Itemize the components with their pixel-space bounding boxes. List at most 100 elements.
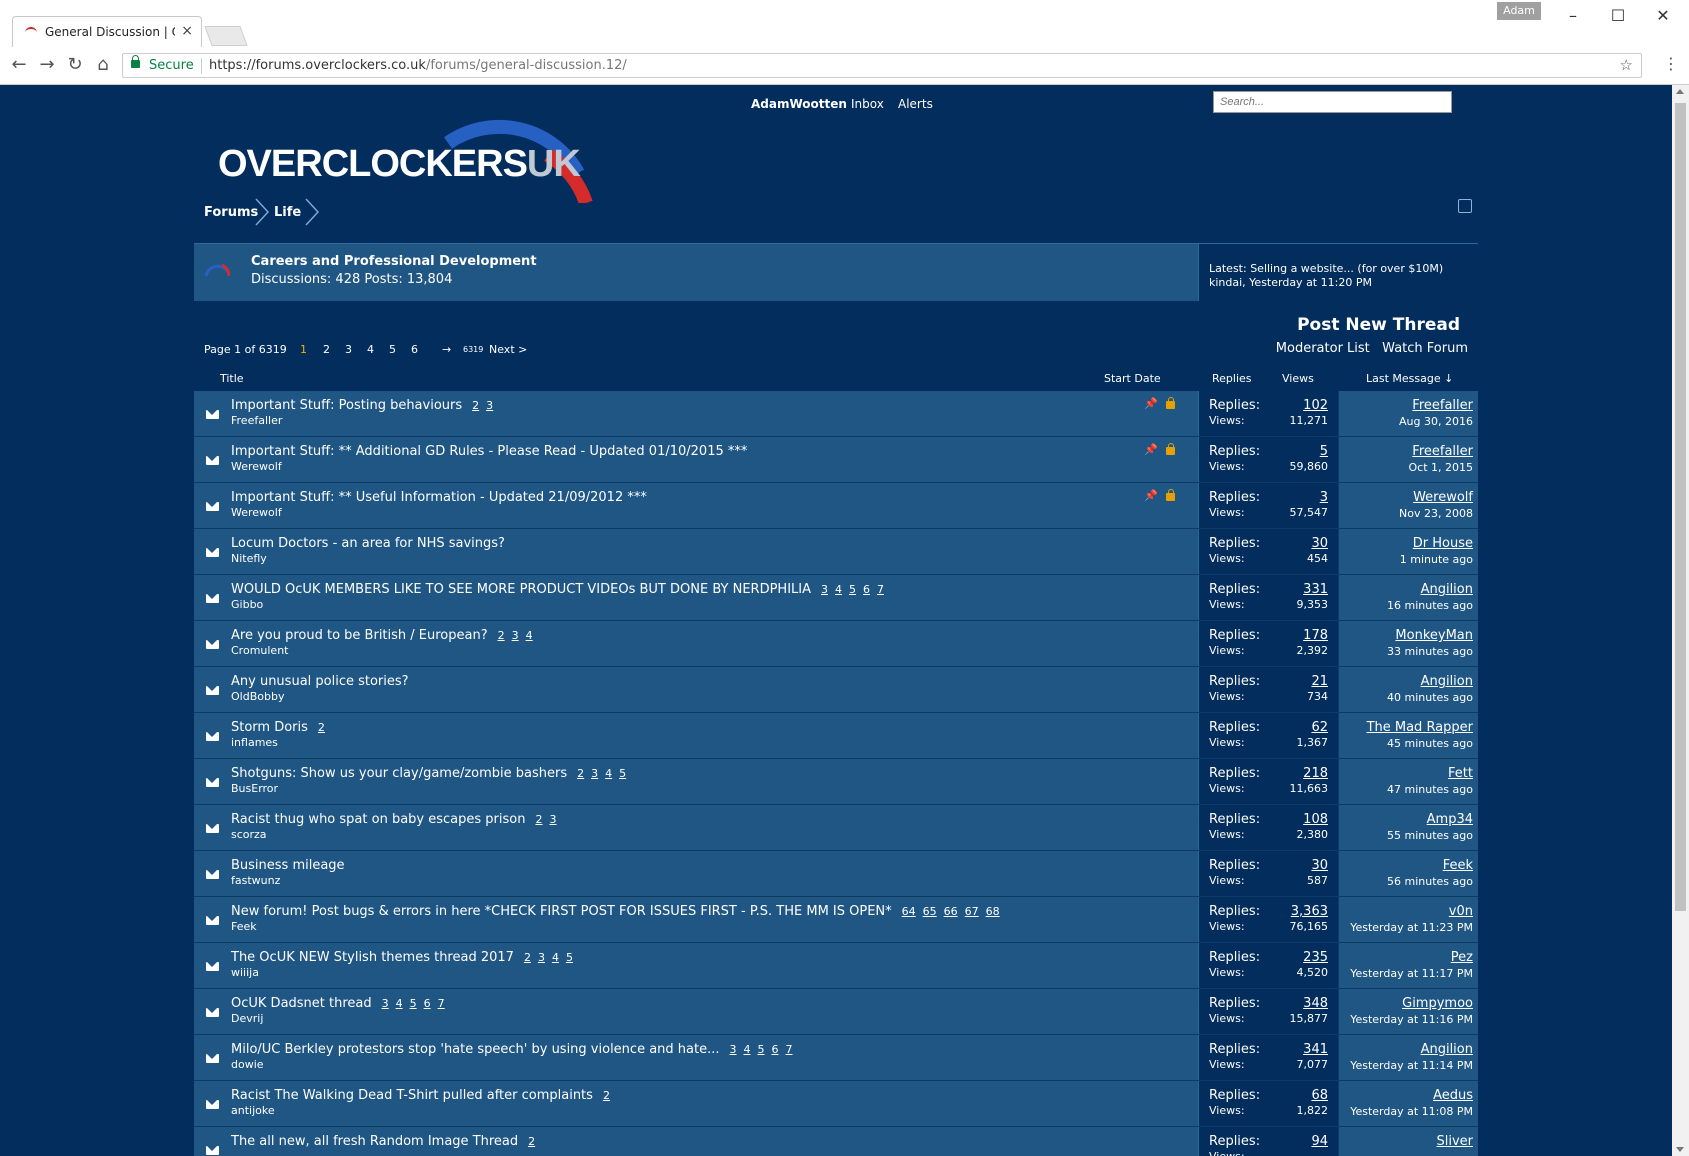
replies-count[interactable]: 331	[1303, 582, 1328, 597]
replies-count[interactable]: 3	[1320, 490, 1328, 505]
thread-page-link[interactable]: 66	[944, 905, 958, 918]
post-new-thread-button[interactable]: Post New Thread	[1280, 315, 1460, 335]
replies-count[interactable]: 94	[1311, 1134, 1328, 1149]
thread-page-link[interactable]: 64	[902, 905, 916, 918]
last-message-user[interactable]: The Mad Rapper	[1367, 720, 1473, 735]
last-message-user[interactable]: MonkeyMan	[1395, 628, 1473, 643]
thread-row[interactable]: OcUK Dadsnet thread 3 4 5 6 7 Devrij Replies: 34…	[194, 989, 1478, 1035]
profile-button[interactable]: Adam	[1497, 2, 1541, 20]
thread-row[interactable]: The OcUK NEW Stylish themes thread 2017 2…	[194, 943, 1478, 989]
thread-page-link[interactable]: 3	[512, 629, 519, 642]
subforum-name[interactable]: Careers and Professional Development	[251, 254, 537, 269]
thread-page-link[interactable]: 2	[524, 951, 531, 964]
thread-author[interactable]: inflames	[231, 736, 278, 749]
thread-row[interactable]: Important Stuff: Posting behaviours 2 3 Fre…	[194, 391, 1478, 437]
last-message-user[interactable]: Dr House	[1413, 536, 1473, 551]
page-link[interactable]: 2	[323, 343, 330, 356]
back-arrow-icon[interactable]: ←	[8, 54, 30, 76]
last-message-user[interactable]: Angilion	[1421, 674, 1473, 689]
maximize-icon[interactable]: ☐	[1598, 4, 1638, 28]
last-message-time[interactable]: 16 minutes ago	[1387, 599, 1473, 612]
thread-page-link[interactable]: 4	[526, 629, 533, 642]
thread-author[interactable]: Nitefly	[231, 552, 267, 565]
last-message-time[interactable]: Yesterday at 11:23 PM	[1350, 921, 1473, 934]
thread-title[interactable]: Important Stuff: Posting behaviours	[231, 398, 462, 413]
thread-page-link[interactable]: 2	[498, 629, 505, 642]
thread-row[interactable]: New forum! Post bugs & errors in here *C…	[194, 897, 1478, 943]
thread-page-link[interactable]: 7	[785, 1043, 792, 1056]
thread-author[interactable]: Freefaller	[231, 414, 282, 427]
thread-row[interactable]: Business mileage fastwunz Replies: 30 Views:…	[194, 851, 1478, 897]
col-title[interactable]: Title	[220, 372, 244, 385]
thread-page-link[interactable]: 65	[923, 905, 937, 918]
thread-title[interactable]: The all new, all fresh Random Image Thre…	[231, 1134, 518, 1149]
thread-page-link[interactable]: 5	[410, 997, 417, 1010]
thread-title[interactable]: OcUK Dadsnet thread	[231, 996, 372, 1011]
thread-author[interactable]: Devrij	[231, 1012, 263, 1025]
last-message-time[interactable]: Nov 23, 2008	[1399, 507, 1473, 520]
thread-page-link[interactable]: 6	[424, 997, 431, 1010]
last-message-time[interactable]: Yesterday at 11:14 PM	[1350, 1059, 1473, 1072]
thread-author[interactable]: BusError	[231, 782, 278, 795]
last-message-user[interactable]: Aedus	[1433, 1088, 1473, 1103]
last-message-time[interactable]: 45 minutes ago	[1387, 737, 1473, 750]
next-page-link[interactable]: Next >	[489, 343, 527, 356]
thread-title[interactable]: Any unusual police stories?	[231, 674, 409, 689]
thread-page-link[interactable]: 3	[729, 1043, 736, 1056]
thread-author[interactable]: OldBobby	[231, 690, 284, 703]
thread-row[interactable]: Are you proud to be British / European? 2…	[194, 621, 1478, 667]
thread-page-link[interactable]: 3	[486, 399, 493, 412]
last-message-time[interactable]: Yesterday at 11:16 PM	[1350, 1013, 1473, 1026]
thread-author[interactable]: Feek	[231, 920, 257, 933]
thread-page-link[interactable]: 2	[528, 1135, 535, 1148]
thread-title[interactable]: Racist thug who spat on baby escapes pri…	[231, 812, 525, 827]
last-message-user[interactable]: v0n	[1449, 904, 1473, 919]
thread-row[interactable]: Important Stuff: ** Additional GD Rules …	[194, 437, 1478, 483]
replies-count[interactable]: 235	[1303, 950, 1328, 965]
thread-page-link[interactable]: 4	[743, 1043, 750, 1056]
last-message-time[interactable]: 47 minutes ago	[1387, 783, 1473, 796]
thread-page-link[interactable]: 3	[591, 767, 598, 780]
breadcrumb-life[interactable]: Life	[274, 205, 301, 220]
thread-author[interactable]: Werewolf	[231, 506, 282, 519]
thread-author[interactable]: wiiija	[231, 966, 259, 979]
thread-page-link[interactable]: 6	[771, 1043, 778, 1056]
breadcrumb-forums[interactable]: Forums	[204, 205, 258, 220]
thread-row[interactable]: Storm Doris 2 inflames Replies: 62 Views: 1,36…	[194, 713, 1478, 759]
replies-count[interactable]: 21	[1311, 674, 1328, 689]
replies-count[interactable]: 62	[1311, 720, 1328, 735]
last-message-user[interactable]: Pez	[1451, 950, 1473, 965]
last-message-time[interactable]: 55 minutes ago	[1387, 829, 1473, 842]
last-message-time[interactable]: 40 minutes ago	[1387, 691, 1473, 704]
thread-page-link[interactable]: 68	[986, 905, 1000, 918]
thread-page-link[interactable]: 5	[849, 583, 856, 596]
page-link[interactable]: 4	[367, 343, 374, 356]
replies-count[interactable]: 30	[1311, 536, 1328, 551]
thread-row[interactable]: Locum Doctors - an area for NHS savings?…	[194, 529, 1478, 575]
thread-page-link[interactable]: 4	[552, 951, 559, 964]
thread-title[interactable]: Racist The Walking Dead T-Shirt pulled a…	[231, 1088, 593, 1103]
thread-title[interactable]: Important Stuff: ** Additional GD Rules …	[231, 444, 747, 459]
last-message-user[interactable]: Sliver	[1436, 1134, 1473, 1149]
browser-tab[interactable]: General Discussion | Ove ×	[12, 16, 202, 47]
thread-row[interactable]: Shotguns: Show us your clay/game/zombie …	[194, 759, 1478, 805]
thread-title[interactable]: Shotguns: Show us your clay/game/zombie …	[231, 766, 567, 781]
thread-page-link[interactable]: 4	[605, 767, 612, 780]
last-message-time[interactable]: Aug 30, 2016	[1399, 415, 1473, 428]
thread-author[interactable]: antijoke	[231, 1104, 275, 1117]
thread-page-link[interactable]: 67	[965, 905, 979, 918]
last-message-user[interactable]: Amp34	[1427, 812, 1473, 827]
inbox-link[interactable]: Inbox	[851, 97, 884, 111]
thread-title[interactable]: Locum Doctors - an area for NHS savings?	[231, 536, 505, 551]
replies-count[interactable]: 5	[1320, 444, 1328, 459]
last-message-user[interactable]: Gimpymoo	[1402, 996, 1473, 1011]
last-message-user[interactable]: Freefaller	[1412, 398, 1473, 413]
latest-thread[interactable]: Latest: Selling a website... (for over $…	[1209, 262, 1478, 276]
replies-count[interactable]: 68	[1311, 1088, 1328, 1103]
col-views[interactable]: Views	[1282, 372, 1314, 385]
thread-row[interactable]: Racist thug who spat on baby escapes pri…	[194, 805, 1478, 851]
replies-count[interactable]: 30	[1311, 858, 1328, 873]
thread-title[interactable]: Important Stuff: ** Useful Information -…	[231, 490, 647, 505]
thread-page-link[interactable]: 2	[535, 813, 542, 826]
thread-title[interactable]: New forum! Post bugs & errors in here *C…	[231, 904, 892, 919]
